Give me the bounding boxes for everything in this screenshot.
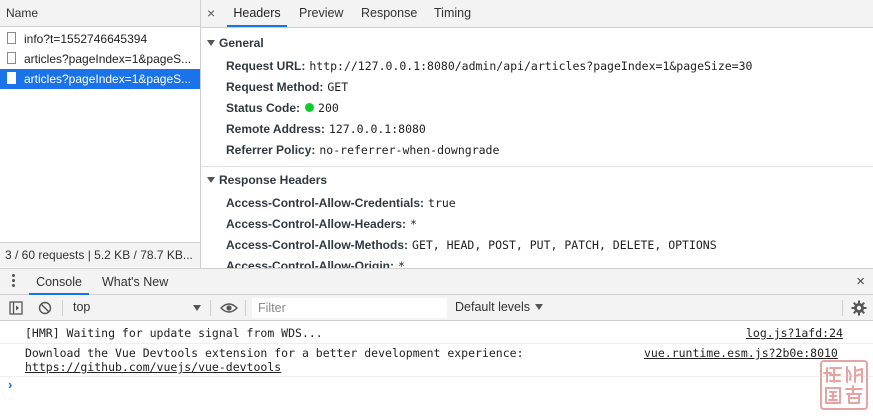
response-headers-title: Response Headers <box>219 173 328 187</box>
document-icon <box>7 72 16 84</box>
triangle-down-icon <box>207 40 215 46</box>
referrer-policy-row: Referrer Policy: no-referrer-when-downgra… <box>226 143 499 157</box>
response-headers-section-header[interactable]: Response Headers <box>207 173 327 187</box>
request-method-key: Request Method: <box>226 80 324 94</box>
remote-address-value: 127.0.0.1:8080 <box>328 122 426 136</box>
sidebar-toggle-icon[interactable] <box>9 301 23 315</box>
filter-input[interactable] <box>252 298 447 318</box>
console-toolbar: top Default levels <box>0 295 873 321</box>
request-url-row: Request URL: http://127.0.0.1:8080/admin/… <box>226 59 752 73</box>
status-code-key: Status Code: <box>226 101 301 115</box>
requests-summary: 3 / 60 requests | 5.2 KB / 78.7 KB... <box>0 242 200 267</box>
request-row-info[interactable]: info?t=1552746645394 <box>0 29 200 49</box>
section-divider <box>201 166 873 167</box>
request-method-row: Request Method: GET <box>226 80 348 94</box>
log-levels-dropdown[interactable]: Default levels <box>455 295 544 320</box>
message-divider <box>0 343 873 344</box>
header-value: * <box>398 259 405 268</box>
context-selector[interactable]: top <box>73 295 90 320</box>
chevron-down-icon[interactable] <box>193 305 201 311</box>
message-source-link[interactable]: vue.runtime.esm.js?2b0e:8010 <box>644 346 838 360</box>
name-column-header[interactable]: Name <box>0 0 200 27</box>
gear-icon[interactable] <box>851 300 867 316</box>
acah-row: Access-Control-Allow-Headers: * <box>226 217 417 231</box>
request-name: info?t=1552746645394 <box>24 32 148 46</box>
network-panel: Name info?t=1552746645394 articles?pageI… <box>0 0 873 268</box>
console-prompt-icon[interactable]: › <box>8 377 12 392</box>
triangle-down-icon <box>207 177 215 183</box>
console-messages: [HMR] Waiting for update signal from WDS… <box>0 321 873 416</box>
tab-console[interactable]: Console <box>29 269 89 295</box>
status-code-row: Status Code: 200 <box>226 101 339 115</box>
header-value: true <box>428 196 456 210</box>
header-key: Access-Control-Allow-Headers: <box>226 217 407 231</box>
toolbar-separator <box>62 300 63 316</box>
referrer-policy-value: no-referrer-when-downgrade <box>319 143 500 157</box>
request-row-articles-2-selected[interactable]: articles?pageIndex=1&pageS... <box>0 69 200 89</box>
toolbar-separator <box>210 300 211 316</box>
request-name: articles?pageIndex=1&pageS... <box>24 72 192 86</box>
header-key: Access-Control-Allow-Credentials: <box>226 196 425 210</box>
tab-response[interactable]: Response <box>361 0 417 27</box>
close-detail-icon[interactable]: × <box>207 5 215 21</box>
acao-row: Access-Control-Allow-Origin: * <box>226 259 405 268</box>
chevron-down-icon <box>535 304 544 310</box>
request-name: articles?pageIndex=1&pageS... <box>24 52 192 66</box>
seal-glyph-icon <box>823 366 863 404</box>
request-list: Name info?t=1552746645394 articles?pageI… <box>0 0 201 268</box>
eye-icon[interactable] <box>220 302 238 314</box>
log-levels-label: Default levels <box>455 300 531 314</box>
tab-timing[interactable]: Timing <box>434 0 471 27</box>
remote-address-key: Remote Address: <box>226 122 325 136</box>
header-value: GET, HEAD, POST, PUT, PATCH, DELETE, OPT… <box>412 238 717 252</box>
clear-console-icon[interactable] <box>38 301 52 315</box>
general-section-header[interactable]: General <box>207 36 264 50</box>
request-url-value: http://127.0.0.1:8080/admin/api/articles… <box>309 59 753 73</box>
message-divider <box>0 376 873 377</box>
toolbar-separator <box>842 300 843 316</box>
status-code-value: 200 <box>318 101 339 115</box>
remote-address-row: Remote Address: 127.0.0.1:8080 <box>226 122 426 136</box>
header-key: Access-Control-Allow-Methods: <box>226 238 409 252</box>
message-source-link[interactable]: log.js?1afd:24 <box>746 326 843 340</box>
acac-row: Access-Control-Allow-Credentials: true <box>226 196 456 210</box>
drawer-tabbar: Console What's New × <box>0 268 873 295</box>
console-message: [HMR] Waiting for update signal from WDS… <box>25 326 323 340</box>
request-row-articles-1[interactable]: articles?pageIndex=1&pageS... <box>0 49 200 69</box>
close-drawer-icon[interactable]: × <box>856 273 865 290</box>
header-key: Access-Control-Allow-Origin: <box>226 259 395 268</box>
acam-row: Access-Control-Allow-Methods: GET, HEAD, … <box>226 238 717 252</box>
header-value: * <box>410 217 417 231</box>
tab-headers[interactable]: Headers <box>227 0 287 27</box>
detail-tabbar: × Headers Preview Response Timing <box>201 0 873 28</box>
general-title: General <box>219 36 264 50</box>
tab-whats-new[interactable]: What's New <box>102 269 168 295</box>
console-message: Download the Vue Devtools extension for … <box>25 346 524 360</box>
status-ok-dot-icon <box>305 103 315 112</box>
request-detail-pane: × Headers Preview Response Timing Genera… <box>201 0 873 268</box>
tab-preview[interactable]: Preview <box>299 0 343 27</box>
vue-devtools-link[interactable]: https://github.com/vuejs/vue-devtools <box>25 360 281 374</box>
referrer-policy-key: Referrer Policy: <box>226 143 316 157</box>
drawer-menu-icon[interactable] <box>12 274 15 289</box>
watermark-seal <box>820 360 868 410</box>
request-method-value: GET <box>327 80 349 94</box>
request-url-key: Request URL: <box>226 59 306 73</box>
document-icon <box>7 52 16 64</box>
toolbar-separator <box>245 300 246 316</box>
document-icon <box>7 32 16 44</box>
